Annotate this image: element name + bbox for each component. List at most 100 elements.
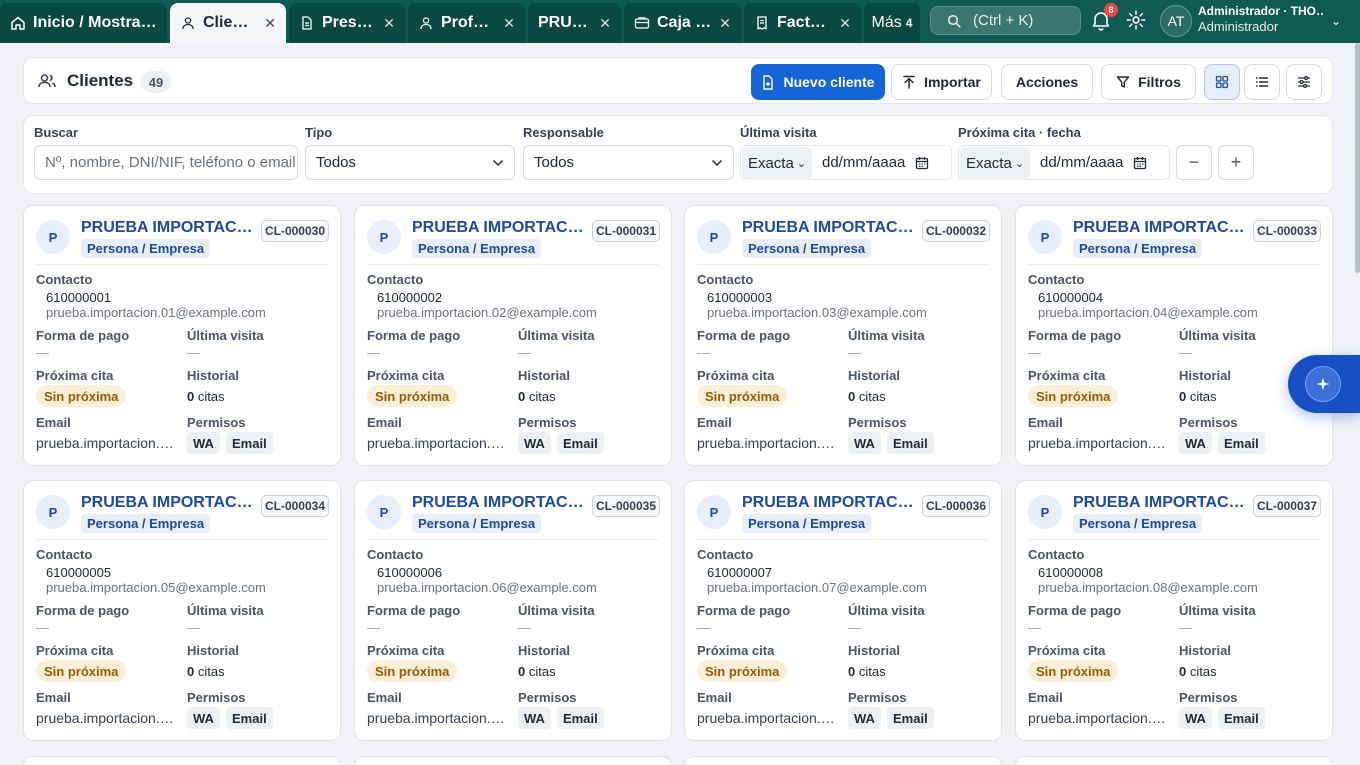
- client-phone[interactable]: 610000004: [1038, 290, 1103, 305]
- client-email[interactable]: prueba.importacion.0…: [367, 435, 509, 451]
- client-email[interactable]: prueba.importacion.0…: [367, 710, 509, 726]
- client-card-partial[interactable]: [354, 756, 672, 765]
- next-appointment-badge: Sin próxima: [36, 660, 127, 682]
- tab-facturas[interactable]: Fact… ✕: [744, 3, 861, 43]
- close-icon[interactable]: ✕: [599, 15, 611, 32]
- list-view-button[interactable]: [1244, 64, 1280, 100]
- minus-button[interactable]: −: [1176, 145, 1212, 180]
- history-unit: citas: [528, 389, 556, 404]
- client-phone[interactable]: 610000008: [1038, 565, 1103, 580]
- client-name[interactable]: PRUEBA IMPORTACION 07: [742, 494, 917, 512]
- client-card[interactable]: P PRUEBA IMPORTACION 02CL-000031 Persona /…: [354, 205, 672, 466]
- client-card-partial[interactable]: [684, 756, 1002, 765]
- next-appointment-date-input[interactable]: dd/mm/aaaa: [1040, 145, 1147, 180]
- client-name[interactable]: PRUEBA IMPORTACION 06: [412, 494, 587, 512]
- client-email[interactable]: prueba.importacion.0…: [697, 710, 839, 726]
- client-type-badge: Persona / Empresa: [1073, 514, 1203, 533]
- more-tabs-button[interactable]: Más 4: [864, 3, 920, 43]
- search-input[interactable]: Nº, nombre, DNI/NIF, teléfono o email: [34, 145, 298, 180]
- assistant-fab[interactable]: [1288, 355, 1360, 413]
- client-phone[interactable]: 610000002: [377, 290, 442, 305]
- import-button[interactable]: Importar: [891, 64, 992, 100]
- client-name[interactable]: PRUEBA IMPORTACION 05: [81, 494, 256, 512]
- plus-button[interactable]: +: [1218, 145, 1254, 180]
- home-icon: [10, 15, 26, 31]
- next-appointment-mode-select[interactable]: Exacta ⌄: [960, 147, 1030, 180]
- client-contact-email[interactable]: prueba.importacion.02@example.com: [377, 305, 597, 320]
- payment-method-label: Forma de pago: [36, 603, 130, 618]
- close-icon[interactable]: ✕: [839, 15, 851, 32]
- client-email[interactable]: prueba.importacion.0…: [1028, 710, 1170, 726]
- payment-method-value: —: [367, 620, 380, 635]
- avatar[interactable]: AT: [1160, 5, 1192, 37]
- filters-button[interactable]: Filtros: [1101, 64, 1196, 100]
- client-card[interactable]: P PRUEBA IMPORTACION 08CL-000037 Persona /…: [1015, 480, 1333, 741]
- client-name[interactable]: PRUEBA IMPORTACION 01: [81, 219, 256, 237]
- tab-prueba[interactable]: PRU… ✕: [528, 3, 621, 43]
- responsible-select[interactable]: Todos: [523, 145, 734, 180]
- client-card[interactable]: P PRUEBA IMPORTACION 05CL-000034 Persona /…: [23, 480, 341, 741]
- client-phone[interactable]: 610000006: [377, 565, 442, 580]
- scrollbar[interactable]: [1355, 43, 1360, 273]
- client-email[interactable]: prueba.importacion.0…: [697, 435, 839, 451]
- client-contact-email[interactable]: prueba.importacion.06@example.com: [377, 580, 597, 595]
- client-contact-email[interactable]: prueba.importacion.01@example.com: [46, 305, 266, 320]
- client-card[interactable]: P PRUEBA IMPORTACION 01CL-000030 Persona /…: [23, 205, 341, 466]
- client-contact-email[interactable]: prueba.importacion.03@example.com: [707, 305, 927, 320]
- client-contact-email[interactable]: prueba.importacion.08@example.com: [1038, 580, 1258, 595]
- tab-profesionales[interactable]: Prof… ✕: [408, 3, 525, 43]
- chevron-down-icon[interactable]: ⌄: [1331, 14, 1341, 28]
- global-search[interactable]: (Ctrl + K): [930, 6, 1081, 35]
- client-phone[interactable]: 610000007: [707, 565, 772, 580]
- client-card[interactable]: P PRUEBA IMPORTACION 06CL-000035 Persona /…: [354, 480, 672, 741]
- tab-clientes[interactable]: Clien… ✕: [170, 3, 286, 43]
- client-card[interactable]: P PRUEBA IMPORTACION 04CL-000033 Persona /…: [1015, 205, 1333, 466]
- grid-view-button[interactable]: [1204, 64, 1240, 100]
- last-visit-value: —: [1179, 620, 1192, 635]
- client-email[interactable]: prueba.importacion.0…: [36, 710, 178, 726]
- client-phone[interactable]: 610000003: [707, 290, 772, 305]
- permission-email-badge: Email: [887, 707, 934, 729]
- client-phone[interactable]: 610000005: [46, 565, 111, 580]
- user-name[interactable]: Administrador · THO…: [1198, 4, 1324, 18]
- close-icon[interactable]: ✕: [264, 15, 276, 32]
- permission-email-badge: Email: [226, 432, 273, 454]
- settings-sliders-button[interactable]: [1286, 64, 1322, 100]
- close-icon[interactable]: ✕: [719, 15, 731, 32]
- actions-label: Acciones: [1015, 74, 1079, 90]
- tab-caja[interactable]: Caja … ✕: [624, 3, 741, 43]
- gear-icon[interactable]: [1125, 9, 1147, 31]
- client-card-partial[interactable]: [23, 756, 341, 765]
- client-contact-email[interactable]: prueba.importacion.07@example.com: [707, 580, 927, 595]
- client-email[interactable]: prueba.importacion.0…: [36, 435, 178, 451]
- new-client-button[interactable]: Nuevo cliente: [751, 64, 885, 100]
- last-visit-date-input[interactable]: dd/mm/aaaa: [822, 145, 929, 180]
- calendar-icon[interactable]: [1133, 156, 1147, 170]
- next-appointment-badge: Sin próxima: [1028, 660, 1119, 682]
- client-code-badge: CL-000035: [591, 495, 660, 517]
- permissions-label: Permisos: [518, 415, 577, 430]
- client-card[interactable]: P PRUEBA IMPORTACION 07CL-000036 Persona /…: [684, 480, 1002, 741]
- client-name[interactable]: PRUEBA IMPORTACION 03: [742, 219, 917, 237]
- last-visit-mode-select[interactable]: Exacta ⌄: [742, 147, 812, 180]
- client-phone[interactable]: 610000001: [46, 290, 111, 305]
- close-icon[interactable]: ✕: [383, 15, 395, 32]
- type-select[interactable]: Todos: [305, 145, 515, 180]
- client-name[interactable]: PRUEBA IMPORTACION 02: [412, 219, 587, 237]
- history-unit: citas: [197, 389, 225, 404]
- client-card[interactable]: P PRUEBA IMPORTACION 03CL-000032 Persona /…: [684, 205, 1002, 466]
- divider: [697, 539, 989, 540]
- calendar-icon[interactable]: [915, 156, 929, 170]
- client-card-partial[interactable]: [1015, 756, 1333, 765]
- client-name[interactable]: PRUEBA IMPORTACION 04: [1073, 219, 1248, 237]
- client-name[interactable]: PRUEBA IMPORTACION 08: [1073, 494, 1248, 512]
- tab-inicio[interactable]: Inicio / Mostrad…: [0, 3, 167, 43]
- close-icon[interactable]: ✕: [503, 15, 515, 32]
- chevron-down-icon: ⌄: [796, 158, 807, 170]
- tab-presupuestos[interactable]: Pres… ✕: [289, 3, 405, 43]
- client-contact-email[interactable]: prueba.importacion.04@example.com: [1038, 305, 1258, 320]
- actions-button[interactable]: Acciones: [1001, 64, 1093, 100]
- client-contact-email[interactable]: prueba.importacion.05@example.com: [46, 580, 266, 595]
- contact-label: Contacto: [1028, 547, 1085, 562]
- client-email[interactable]: prueba.importacion.0…: [1028, 435, 1170, 451]
